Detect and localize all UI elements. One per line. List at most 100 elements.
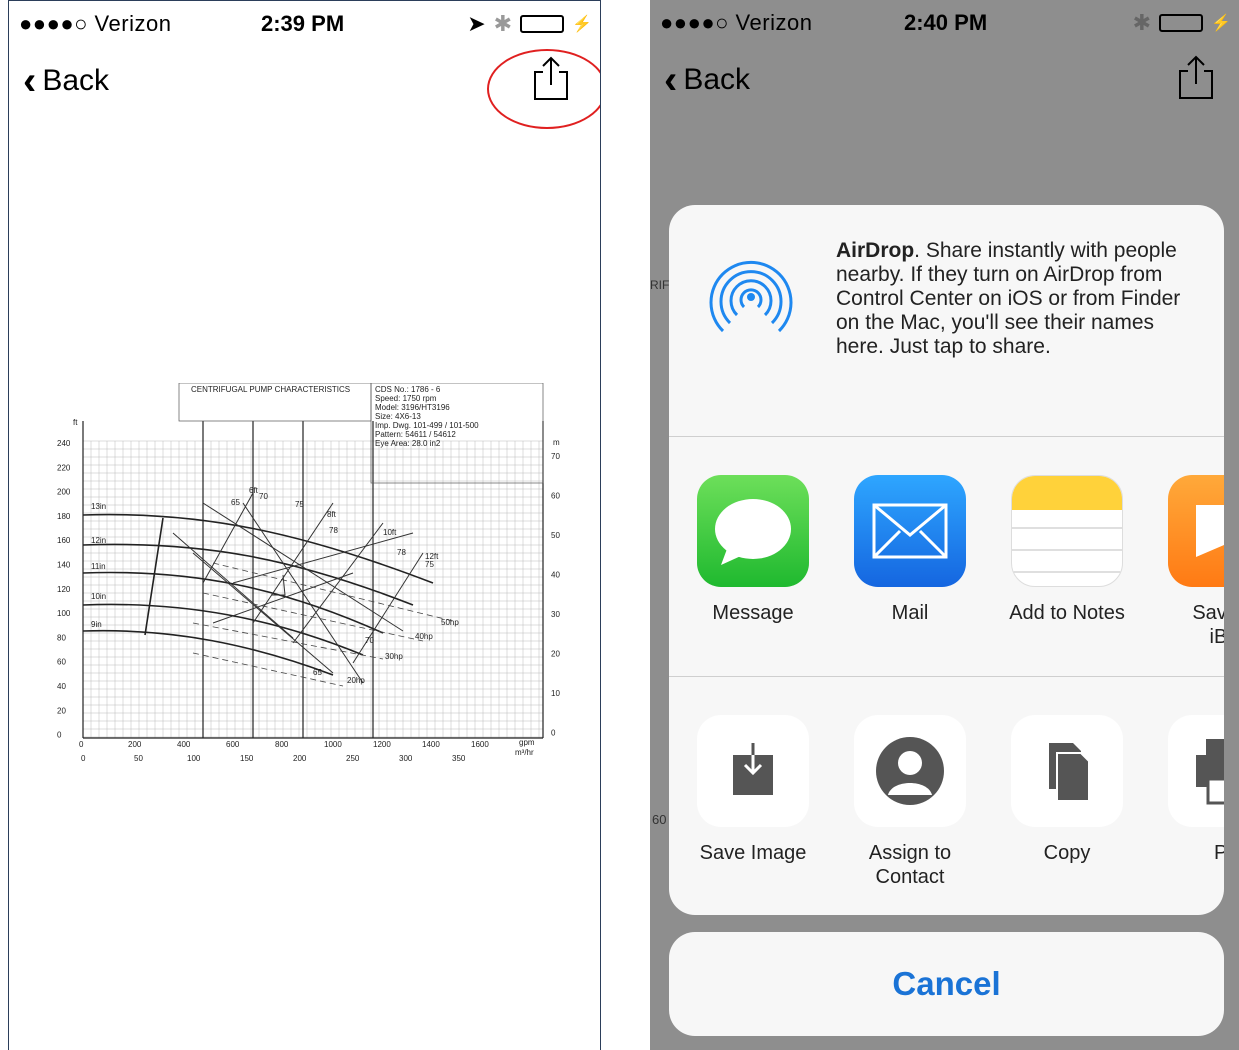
action-print[interactable]: Pr [1154,715,1224,865]
share-ibooks[interactable]: Save F iBo [1154,475,1224,649]
tick-label: 180 [57,512,71,521]
tick-label: 300 [399,754,413,763]
efficiency-label: 70 [365,636,374,645]
tick-label: 80 [57,633,66,642]
efficiency-label: 65 [231,498,240,507]
location-icon: ➤ [467,11,486,36]
charging-icon: ⚡ [572,16,592,33]
hp-label: 30hp [385,652,403,661]
clock: 2:39 PM [261,11,345,36]
tick-label: 200 [57,488,71,497]
gpm-label: gpm [519,738,535,747]
share-message[interactable]: Message [683,475,823,625]
back-button[interactable]: ‹ Back [664,60,750,100]
tick-label: 600 [226,740,240,749]
share-mail[interactable]: Mail [840,475,980,625]
highlight-circle [487,49,600,129]
impeller-label: 9in [91,620,102,629]
tick-label: 250 [346,754,360,763]
action-save-image[interactable]: Save Image [683,715,823,865]
impeller-label: 13in [91,502,106,511]
airdrop-description: AirDrop. Share instantly with people nea… [836,239,1181,358]
message-icon [697,475,809,587]
npsh-label: 8ft [327,510,337,519]
print-icon [1168,715,1224,827]
action-assign-contact[interactable]: Assign to Contact [840,715,980,889]
tick-label: 0 [79,740,84,749]
tick-label: 20 [551,650,560,659]
efficiency-label: 78 [329,526,338,535]
back-button[interactable]: ‹ Back [23,61,109,101]
m-label: m [553,438,560,447]
info-line: Size: 4X6-13 [375,412,421,421]
tick-label: 200 [293,754,307,763]
tick-label: 60 [551,492,560,501]
share-sheet: AirDrop. Share instantly with people nea… [669,205,1224,915]
info-line: Eye Area: 28.0 in2 [375,439,441,448]
status-bar: ●●●●○ Verizon 2:40 PM ✱ ⚡ [650,0,1239,44]
tick-label: 120 [57,585,71,594]
info-line: Pattern: 54611 / 54612 [375,430,456,439]
tick-label: 30 [551,610,560,619]
tick-label: 50 [134,754,143,763]
tick-label: 0 [551,729,556,738]
tick-label: 150 [240,754,254,763]
tick-label: 350 [452,754,466,763]
info-line: Imp. Dwg. 101-499 / 101-500 [375,421,479,430]
ibooks-icon [1168,475,1224,587]
clock: 2:40 PM [904,10,988,35]
tick-label: 1200 [373,740,391,749]
action-copy[interactable]: Copy [997,715,1137,865]
tick-label: 60 [57,658,66,667]
right-screen: ●●●●○ Verizon 2:40 PM ✱ ⚡ ‹ Back RIF 60 [650,0,1239,1050]
save-image-icon [697,715,809,827]
tick-label: 200 [128,740,142,749]
bluetooth-icon: ✱ [493,11,513,36]
info-line: Model: 3196/HT3196 [375,403,450,412]
tick-label: 40 [551,571,560,580]
back-label: Back [42,64,110,97]
tick-label: 220 [57,463,71,472]
info-line: Speed: 1750 rpm [375,394,437,403]
tick-label: 0 [81,754,86,763]
background-fragment: 60 [652,812,667,827]
tick-label: 400 [177,740,191,749]
impeller-label: 12in [91,536,106,545]
ft-label: ft [73,418,78,427]
hp-label: 20hp [347,676,365,685]
efficiency-label: 75 [295,500,304,509]
carrier-label: ●●●●○ Verizon [19,11,172,36]
tick-label: 0 [57,731,62,740]
share-actions-row: Save Image Assign to Contact Copy Pr [669,677,1224,915]
tick-label: 1600 [471,740,489,749]
chevron-left-icon: ‹ [23,59,37,103]
airdrop-section[interactable]: AirDrop. Share instantly with people nea… [669,205,1224,437]
tick-label: 100 [187,754,201,763]
tick-label: 140 [57,561,71,570]
chart-title: CENTRIFUGAL PUMP CHARACTERISTICS [191,385,350,394]
cancel-button[interactable]: Cancel [669,932,1224,1036]
mail-icon [854,475,966,587]
bluetooth-icon: ✱ [1132,10,1152,35]
tick-label: 50 [551,531,560,540]
chart-grid [82,421,544,739]
tick-label: 70 [551,452,560,461]
background-fragment: RIF [650,278,670,292]
back-label: Back [683,63,751,96]
copy-icon [1011,715,1123,827]
battery-icon [1159,14,1204,32]
efficiency-label: 75 [425,560,434,569]
info-line: CDS No.: 1786 - 6 [375,385,441,394]
tick-label: 800 [275,740,289,749]
status-bar: ●●●●○ Verizon 2:39 PM ➤ ✱ ⚡ [9,1,600,45]
tick-label: 20 [57,706,66,715]
tick-label: 160 [57,536,71,545]
left-screen: ●●●●○ Verizon 2:39 PM ➤ ✱ ⚡ ‹ Back CENTR… [8,0,601,1050]
npsh-label: 10ft [383,528,397,537]
share-button[interactable] [1175,54,1217,100]
carrier-label: ●●●●○ Verizon [660,10,813,35]
airdrop-icon [709,260,793,333]
charging-icon: ⚡ [1211,15,1231,32]
share-notes[interactable]: Add to Notes [997,475,1137,625]
efficiency-label: 70 [259,492,268,501]
